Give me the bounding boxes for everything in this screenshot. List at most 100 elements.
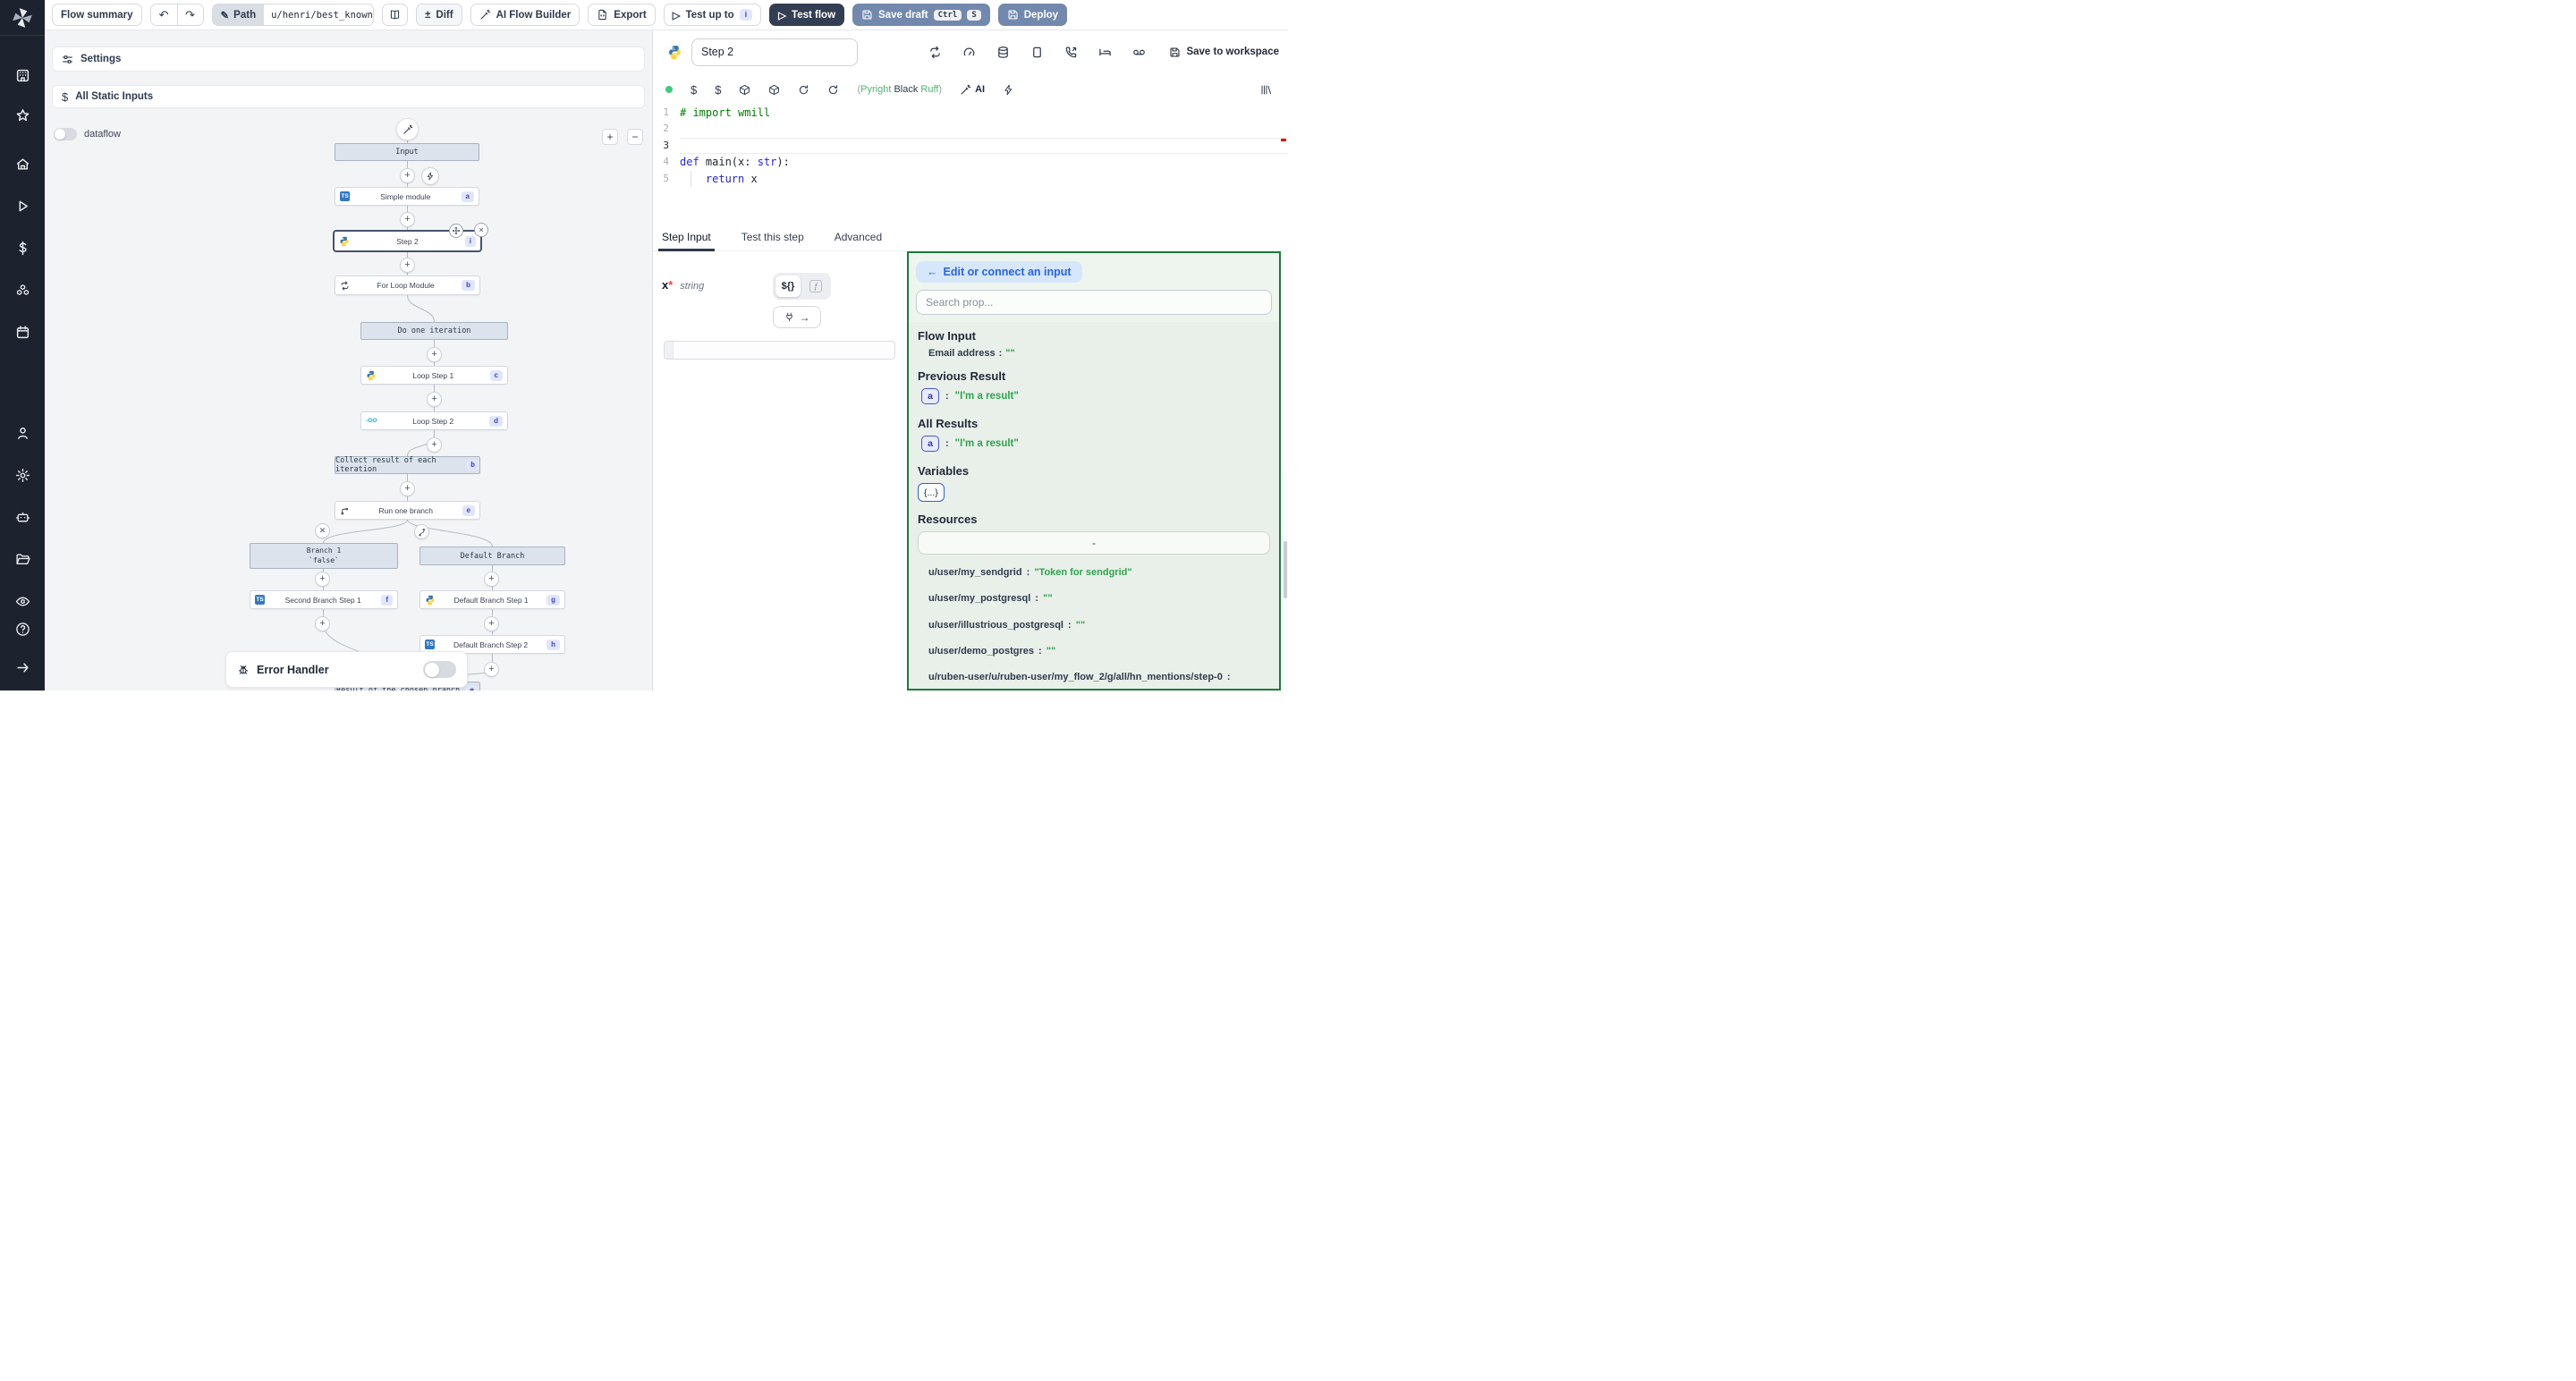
diff-button[interactable]: ±Diff: [416, 4, 462, 26]
add-step-button[interactable]: +: [484, 572, 499, 587]
node-input[interactable]: Input: [335, 143, 479, 161]
save-to-workspace-button[interactable]: Save to workspace: [1169, 47, 1279, 58]
code-line[interactable]: 5 return x: [653, 171, 1288, 187]
node-for-loop-module[interactable]: For Loop Module b: [335, 275, 480, 295]
scrollbar-thumb[interactable]: [1284, 541, 1287, 598]
path-value[interactable]: u/henri/best_known: [264, 4, 373, 25]
docs-book-button[interactable]: [382, 4, 408, 26]
dynamic-inputs-dollar-icon[interactable]: $: [715, 83, 721, 97]
node-default-branch[interactable]: Default Branch: [419, 546, 565, 565]
undo-button[interactable]: ↶: [151, 4, 177, 25]
mock-voicemail-icon[interactable]: [1132, 46, 1146, 59]
argument-value-field[interactable]: [664, 341, 895, 360]
save-draft-button[interactable]: Save draft Ctrl S: [852, 4, 990, 26]
flow-input-item[interactable]: Email address:"": [928, 348, 1270, 359]
retries-repeat-icon[interactable]: [928, 46, 942, 59]
suspend-phone-icon[interactable]: [1064, 46, 1078, 59]
resources-filter-box[interactable]: -: [918, 531, 1270, 555]
connect-input-button[interactable]: →: [773, 306, 821, 328]
workers-robot-icon[interactable]: [0, 504, 45, 531]
result-id-badge[interactable]: a: [921, 436, 939, 452]
zoom-in-button[interactable]: +: [602, 129, 618, 145]
variables-dollar-icon[interactable]: [0, 235, 45, 263]
code-line[interactable]: 3: [653, 138, 1288, 154]
resource-item[interactable]: u/user/my_postgresql : "": [928, 589, 1270, 607]
windmill-logo-icon[interactable]: [11, 6, 34, 30]
error-handler-toggle[interactable]: [423, 661, 456, 678]
schedules-calendar-icon[interactable]: [0, 319, 45, 347]
concurrency-square-icon[interactable]: [1030, 46, 1044, 59]
favorites-star-icon[interactable]: [0, 102, 45, 130]
add-step-button[interactable]: +: [427, 437, 442, 453]
add-step-button[interactable]: +: [400, 168, 415, 183]
add-step-button[interactable]: +: [400, 212, 415, 227]
edit-or-connect-back-button[interactable]: ← Edit or connect an input: [916, 261, 1082, 283]
function-mode-toggle[interactable]: ƒ: [803, 275, 828, 297]
remove-branch-button[interactable]: ✕: [315, 523, 330, 538]
add-step-button[interactable]: +: [400, 481, 415, 496]
zoom-out-button[interactable]: −: [627, 129, 643, 145]
add-step-button[interactable]: +: [427, 392, 442, 407]
help-icon[interactable]: [0, 615, 45, 643]
static-inputs-dollar-icon[interactable]: $: [691, 83, 697, 97]
ai-flow-builder-button[interactable]: AI Flow Builder: [470, 4, 580, 26]
node-second-branch-step-1[interactable]: TS Second Branch Step 1 f: [250, 590, 398, 609]
add-step-button[interactable]: +: [315, 616, 330, 631]
code-line[interactable]: 1# import wmill: [653, 105, 1288, 121]
cache-database-icon[interactable]: [996, 46, 1010, 59]
redo-button[interactable]: ↷: [177, 4, 203, 25]
test-flow-button[interactable]: ▷Test flow: [769, 4, 844, 26]
deploy-button[interactable]: Deploy: [998, 4, 1067, 26]
node-collect-result[interactable]: Collect result of each iteration b: [335, 456, 480, 474]
flow-summary-button[interactable]: Flow summary: [52, 4, 142, 26]
folders-icon[interactable]: [0, 546, 45, 573]
library-icon[interactable]: [1260, 84, 1272, 96]
early-stop-gauge-icon[interactable]: [962, 46, 976, 59]
node-do-one-iteration[interactable]: Do one iteration: [360, 322, 508, 340]
all-results-item[interactable]: a : "I'm a result": [921, 436, 1270, 452]
node-run-one-branch[interactable]: Run one branch e: [335, 501, 480, 520]
tab-test-this-step[interactable]: Test this step: [740, 231, 806, 250]
ai-assistant-button[interactable]: AI: [960, 84, 985, 96]
dataflow-toggle[interactable]: [54, 128, 77, 140]
code-line[interactable]: 4def main(x: str):: [653, 154, 1288, 170]
ai-builder-wand-circle[interactable]: [396, 118, 419, 140]
users-icon[interactable]: [0, 419, 45, 447]
move-node-handle[interactable]: [449, 224, 463, 238]
package-icon[interactable]: [739, 84, 750, 96]
home-icon[interactable]: [0, 150, 45, 178]
search-prop-input[interactable]: [916, 290, 1272, 315]
code-assistants-status[interactable]: (Pyright Black Ruff): [857, 84, 942, 95]
runs-play-icon[interactable]: [0, 192, 45, 220]
variables-object-badge[interactable]: {...}: [918, 483, 945, 502]
add-step-button[interactable]: +: [427, 347, 442, 362]
settings-gear-icon[interactable]: [0, 462, 45, 489]
resource-item[interactable]: u/ruben-user/u/ruben-user/my_flow_2/g/al…: [928, 668, 1270, 689]
node-loop-step-2[interactable]: -GO Loop Step 2 d: [360, 411, 508, 430]
resource-item[interactable]: u/user/demo_postgres : "": [928, 642, 1270, 660]
package-icon[interactable]: [768, 84, 780, 96]
node-loop-step-1[interactable]: Loop Step 1 c: [360, 366, 508, 385]
add-step-button[interactable]: +: [484, 662, 499, 677]
bolt-icon[interactable]: [1003, 84, 1014, 96]
reload-icon[interactable]: [798, 84, 809, 96]
node-simple-module[interactable]: TS Simple module a: [335, 187, 479, 206]
add-branch-button[interactable]: [414, 524, 429, 539]
previous-result-item[interactable]: a : "I'm a result": [921, 388, 1270, 404]
panel-scrollbar[interactable]: [1282, 472, 1288, 690]
workspace-icon[interactable]: [0, 62, 45, 89]
reload-icon[interactable]: [827, 84, 839, 96]
flow-graph-canvas[interactable]: dataflow + − Input + TS Simple module a …: [45, 30, 653, 690]
template-mode-toggle[interactable]: ${}: [775, 275, 801, 297]
step-name-input[interactable]: [691, 38, 858, 66]
add-step-button[interactable]: +: [484, 616, 499, 631]
result-id-badge[interactable]: a: [921, 388, 939, 404]
add-step-button[interactable]: +: [400, 258, 415, 273]
tab-advanced[interactable]: Advanced: [833, 231, 884, 250]
code-line[interactable]: 2: [653, 121, 1288, 137]
delete-node-button[interactable]: ×: [474, 223, 488, 237]
audit-eye-icon[interactable]: [0, 588, 45, 615]
code-editor[interactable]: 1# import wmill234def main(x: str):5 ret…: [653, 105, 1288, 218]
resource-item[interactable]: u/user/illustrious_postgresql : "": [928, 616, 1270, 634]
path-label[interactable]: ✎ Path: [213, 4, 265, 25]
